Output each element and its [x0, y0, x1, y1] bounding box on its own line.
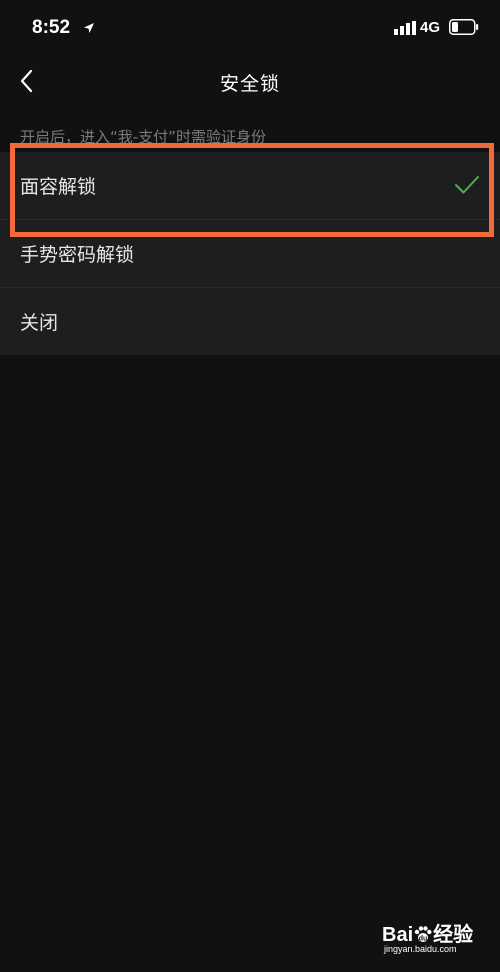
option-label: 手势密码解锁 — [20, 244, 135, 266]
battery-icon — [449, 19, 479, 35]
baidu-jingyan-watermark: Bai du 经验 jingyan.baidu.com — [382, 918, 492, 966]
status-bar: 8:52 4G — [0, 0, 500, 60]
svg-text:du: du — [419, 936, 428, 943]
unlock-options-list: 面容解锁 手势密码解锁 关闭 — [0, 152, 500, 355]
section-hint: 开启后，进入“我-支付”时需验证身份 — [20, 128, 266, 146]
navigation-bar: 安全锁 — [0, 60, 500, 104]
network-type-label: 4G — [420, 19, 441, 36]
checkmark-icon — [455, 176, 479, 194]
option-label: 面容解锁 — [20, 176, 97, 198]
location-arrow-icon — [84, 23, 94, 33]
paw-icon: du — [414, 926, 432, 943]
watermark-logo: Bai du 经验 — [382, 924, 474, 946]
watermark-url: jingyan.baidu.com — [384, 944, 457, 954]
page-title: 安全锁 — [219, 73, 280, 95]
option-gesture-unlock[interactable]: 手势密码解锁 — [0, 220, 500, 288]
option-off[interactable]: 关闭 — [0, 288, 500, 355]
option-label: 关闭 — [20, 312, 59, 334]
cellular-signal-icon — [394, 21, 416, 35]
option-face-unlock[interactable]: 面容解锁 — [0, 152, 500, 220]
status-time: 8:52 — [32, 17, 71, 38]
